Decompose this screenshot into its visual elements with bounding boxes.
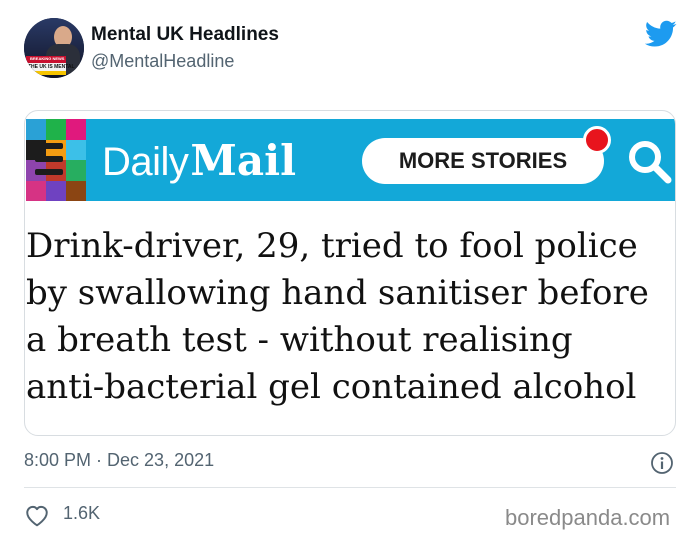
avatar-yellow-strip [26,71,66,75]
info-icon[interactable] [650,451,674,475]
notification-dot-icon [583,126,611,154]
footer-divider [24,487,676,488]
headline-line: by swallowing hand sanitiser before [26,273,649,313]
menu-icon[interactable] [35,139,63,179]
like-count[interactable]: 1.6K [63,503,100,524]
avatar-uk-text: THE UK IS MENTAL [28,64,75,70]
avatar-breaking-text: BREAKING NEWS [30,56,65,61]
headline-image-card[interactable]: DailyMail MORE STORIES Drink-driver, 29,… [24,110,676,436]
headline-line: a breath test - without realising [26,320,573,360]
logo-daily-text: Daily [102,140,189,184]
display-name[interactable]: Mental UK Headlines [91,24,279,46]
twitter-bird-icon[interactable] [645,20,677,48]
daily-mail-banner: DailyMail MORE STORIES [26,119,675,201]
headline-line: anti-bacterial gel contained alcohol [26,367,637,407]
search-icon[interactable] [626,138,672,184]
heart-icon[interactable] [24,503,50,527]
tweet-timestamp[interactable]: 8:00 PM · Dec 23, 2021 [24,450,214,471]
boredpanda-watermark: boredpanda.com [505,505,671,530]
article-headline: Drink-driver, 29, tried to fool police b… [25,223,671,411]
logo-mail-text: Mail [190,136,297,185]
avatar[interactable]: BREAKING NEWS THE UK IS MENTAL [24,18,84,78]
daily-mail-logo: DailyMail [102,136,296,185]
headline-line: Drink-driver, 29, tried to fool police [26,226,638,266]
user-handle[interactable]: @MentalHeadline [91,51,234,72]
more-stories-button[interactable]: MORE STORIES [362,138,604,184]
